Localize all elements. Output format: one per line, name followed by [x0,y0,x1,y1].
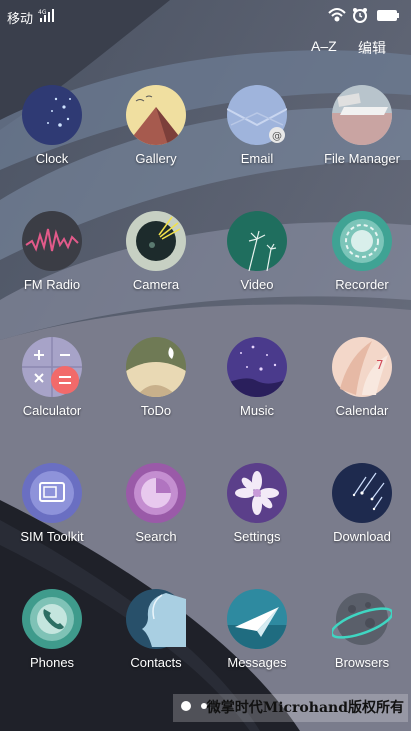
svg-text:7: 7 [376,358,384,372]
app-download[interactable]: Download [310,463,411,573]
download-icon [332,463,392,523]
app-label: Messages [227,655,287,670]
camera-icon [126,211,186,271]
app-label: Music [240,403,274,418]
app-fm-radio[interactable]: FM Radio [0,211,104,321]
app-label: SIM Toolkit [20,529,84,544]
app-label: Download [333,529,391,544]
svg-text:@: @ [272,131,282,142]
app-label: Gallery [135,151,177,166]
app-label: Calendar [335,403,389,418]
app-video[interactable]: Video [205,211,309,321]
app-todo[interactable]: ToDo [104,337,208,447]
calculator-icon [22,337,82,397]
todo-icon [126,337,186,397]
signal-icon: 4G [38,9,54,22]
app-sim-toolkit[interactable]: SIM Toolkit [0,463,104,573]
search-icon [126,463,186,523]
app-settings[interactable]: Settings [205,463,309,573]
app-label: Email [240,151,274,166]
app-label: Phones [29,655,75,670]
phone-icon [22,589,82,649]
app-label: FM Radio [23,277,81,292]
messages-icon [227,589,287,649]
app-label: Camera [132,277,180,292]
app-clock[interactable]: Clock [0,85,104,195]
app-calendar[interactable]: 7 Calendar [310,337,411,447]
watermark-text: 微掌时代Microhand版权所有 [173,694,408,722]
app-gallery[interactable]: Gallery [104,85,208,195]
recorder-icon [332,211,392,271]
app-label: Contacts [130,655,182,670]
app-label: File Manager [324,151,400,166]
app-camera[interactable]: Camera [104,211,208,321]
browser-icon [332,593,392,645]
app-label: Recorder [335,277,389,292]
app-label: ToDo [140,403,172,418]
settings-icon [227,463,287,523]
app-contacts[interactable]: Contacts [104,589,208,699]
network-type-label: 4G [38,9,47,16]
app-email[interactable]: @ Email [205,85,309,195]
app-label: Calculator [22,403,82,418]
fm-radio-icon [22,211,82,271]
app-label: Search [135,529,177,544]
status-icons [328,8,399,23]
app-label: Video [240,277,274,292]
sim-toolkit-icon [22,463,82,523]
app-file-manager[interactable]: File Manager [310,85,411,195]
status-bar: 移动 4G [0,0,411,32]
app-phones[interactable]: Phones [0,589,104,699]
app-label: Browsers [334,655,390,670]
email-icon: @ [227,85,287,145]
contacts-icon [126,589,186,649]
battery-icon [377,10,399,21]
edit-button[interactable]: 编辑 [358,38,386,58]
app-label: Settings [233,529,281,544]
alarm-icon [353,8,367,23]
music-icon [227,337,287,397]
carrier-label: 移动 [7,11,34,26]
clock-icon [22,85,82,145]
app-label: Clock [35,151,69,166]
app-messages[interactable]: Messages [205,589,309,699]
gallery-icon [126,85,186,145]
video-icon [227,211,287,271]
wifi-icon [328,8,346,22]
app-music[interactable]: Music [205,337,309,447]
app-recorder[interactable]: Recorder [310,211,411,321]
sort-az-button[interactable]: A–Z [311,38,337,54]
app-search[interactable]: Search [104,463,208,573]
calendar-icon: 7 [332,337,392,397]
app-calculator[interactable]: Calculator [0,337,104,447]
file-manager-icon [332,85,392,145]
app-browsers[interactable]: Browsers [310,589,411,699]
